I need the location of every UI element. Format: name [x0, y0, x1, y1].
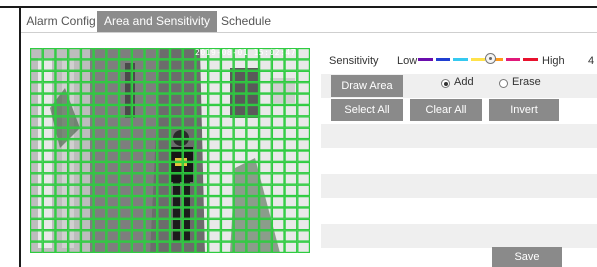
sensitivity-high-label: High	[542, 55, 565, 67]
tab-alarm-config[interactable]: Alarm Config	[25, 11, 97, 32]
panel-row-empty	[321, 124, 597, 148]
motion-area-video[interactable]: 2019-08-01 15:02:47	[30, 48, 310, 253]
camera-scene	[30, 48, 310, 253]
osd-timestamp: 2019-08-01 15:02:47	[195, 48, 297, 57]
select-all-button[interactable]: Select All	[331, 99, 403, 121]
sensitivity-label: Sensitivity	[329, 55, 379, 67]
add-radio-label: Add	[454, 76, 474, 88]
panel-row-empty	[321, 224, 597, 248]
sensitivity-slider[interactable]	[417, 53, 540, 64]
settings-panel: Sensitivity Low High 4 Draw Area Add Era…	[321, 48, 597, 267]
tab-area-and-sensitivity[interactable]: Area and Sensitivity	[97, 11, 217, 32]
invert-button[interactable]: Invert	[489, 99, 559, 121]
sensitivity-slider-segment	[523, 58, 538, 61]
sensitivity-slider-segment	[435, 58, 451, 61]
sensitivity-slider-thumb[interactable]	[484, 53, 496, 64]
save-button[interactable]: Save	[492, 247, 562, 267]
erase-radio[interactable]	[499, 79, 508, 88]
clear-all-button[interactable]: Clear All	[410, 99, 482, 121]
window-frame-left	[19, 7, 21, 267]
sensitivity-slider-segment	[453, 58, 468, 61]
sensitivity-slider-segment	[418, 58, 433, 61]
panel-row-empty	[321, 174, 597, 198]
sensitivity-value: 4	[588, 55, 595, 67]
sensitivity-slider-segment	[470, 58, 486, 61]
tab-bar: Alarm Config Area and Sensitivity Schedu…	[21, 8, 597, 33]
sensitivity-low-label: Low	[397, 55, 418, 67]
draw-area-button[interactable]: Draw Area	[331, 75, 403, 97]
sensitivity-slider-segment	[505, 58, 521, 61]
add-radio[interactable]	[441, 79, 450, 88]
erase-radio-label: Erase	[512, 76, 541, 88]
tab-schedule[interactable]: Schedule	[220, 11, 272, 32]
